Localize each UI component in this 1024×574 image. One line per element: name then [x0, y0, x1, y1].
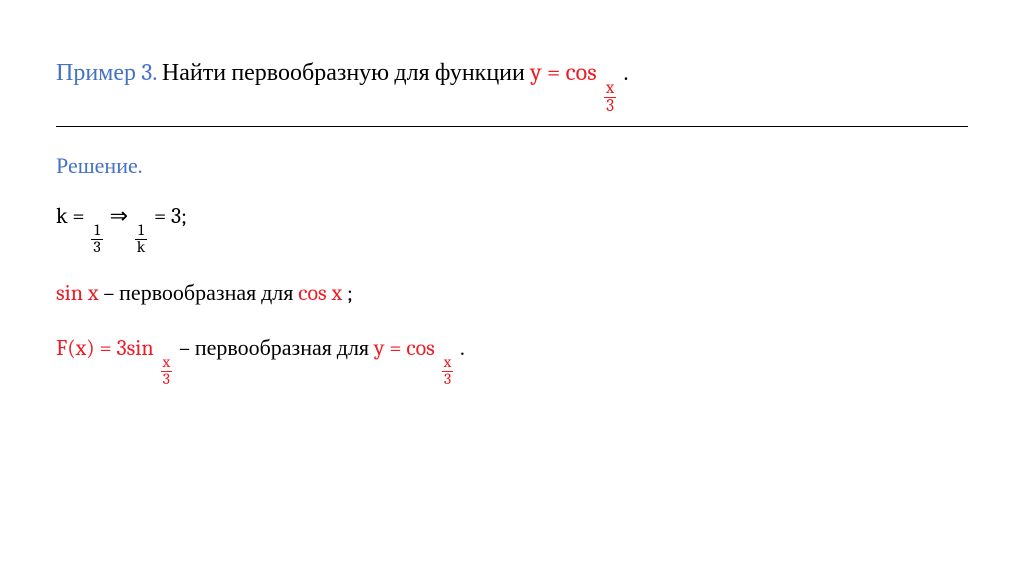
sinx: sin x	[56, 280, 98, 306]
func-lhs: y = cos	[530, 58, 596, 86]
solution-label: Решение.	[56, 153, 968, 179]
frac-one-over-k-num: 1	[136, 223, 146, 239]
title-period: .	[624, 58, 629, 86]
y-fraction-den: 3	[442, 371, 453, 388]
problem-title: Пример 3. Найти первообразную для функци…	[56, 56, 968, 127]
F-fraction-den: 3	[161, 371, 172, 388]
cosx: cos x	[298, 280, 342, 306]
result-F: F(x) = 3sin x 3	[56, 335, 179, 361]
func-fraction-den: 3	[604, 97, 616, 115]
example-label: Пример 3.	[56, 58, 157, 86]
result-period: .	[460, 335, 465, 361]
equals-three: = 3;	[154, 203, 187, 229]
antiderivative-text-1: – первообразная для	[103, 280, 298, 306]
antiderivative-text-2: – первообразная для	[179, 335, 374, 361]
k-equals: k =	[56, 203, 89, 229]
frac-one-over-k-den: k	[135, 239, 147, 256]
F-fraction: x 3	[160, 355, 172, 388]
y-equals: y = cos	[374, 335, 435, 361]
line-result: F(x) = 3sin x 3 – первообразная для y = …	[56, 331, 968, 388]
problem-prompt: Найти первообразную для функции	[162, 58, 530, 86]
frac-one-third-den: 3	[91, 239, 102, 256]
y-fraction: x 3	[442, 355, 454, 388]
frac-one-over-k: 1 k	[135, 223, 147, 256]
result-y: y = cos x 3	[374, 335, 460, 361]
frac-one-third-num: 1	[92, 223, 102, 239]
func-fraction-num: x	[604, 80, 616, 97]
y-fraction-num: x	[442, 355, 454, 371]
line-sin-cos: sin x – первообразная для cos x ;	[56, 276, 968, 311]
problem-function: y = cos x 3	[530, 58, 623, 86]
document-page: Пример 3. Найти первообразную для функци…	[0, 0, 1024, 388]
F-equals: F(x) = 3sin	[56, 335, 154, 361]
func-fraction: x 3	[604, 80, 616, 116]
semicolon: ;	[347, 280, 353, 306]
line-k: k = 1 3 ⇒ 1 k = 3;	[56, 199, 968, 256]
F-fraction-num: x	[160, 355, 172, 371]
frac-one-third: 1 3	[91, 223, 102, 256]
arrow-implies: ⇒	[110, 203, 133, 229]
